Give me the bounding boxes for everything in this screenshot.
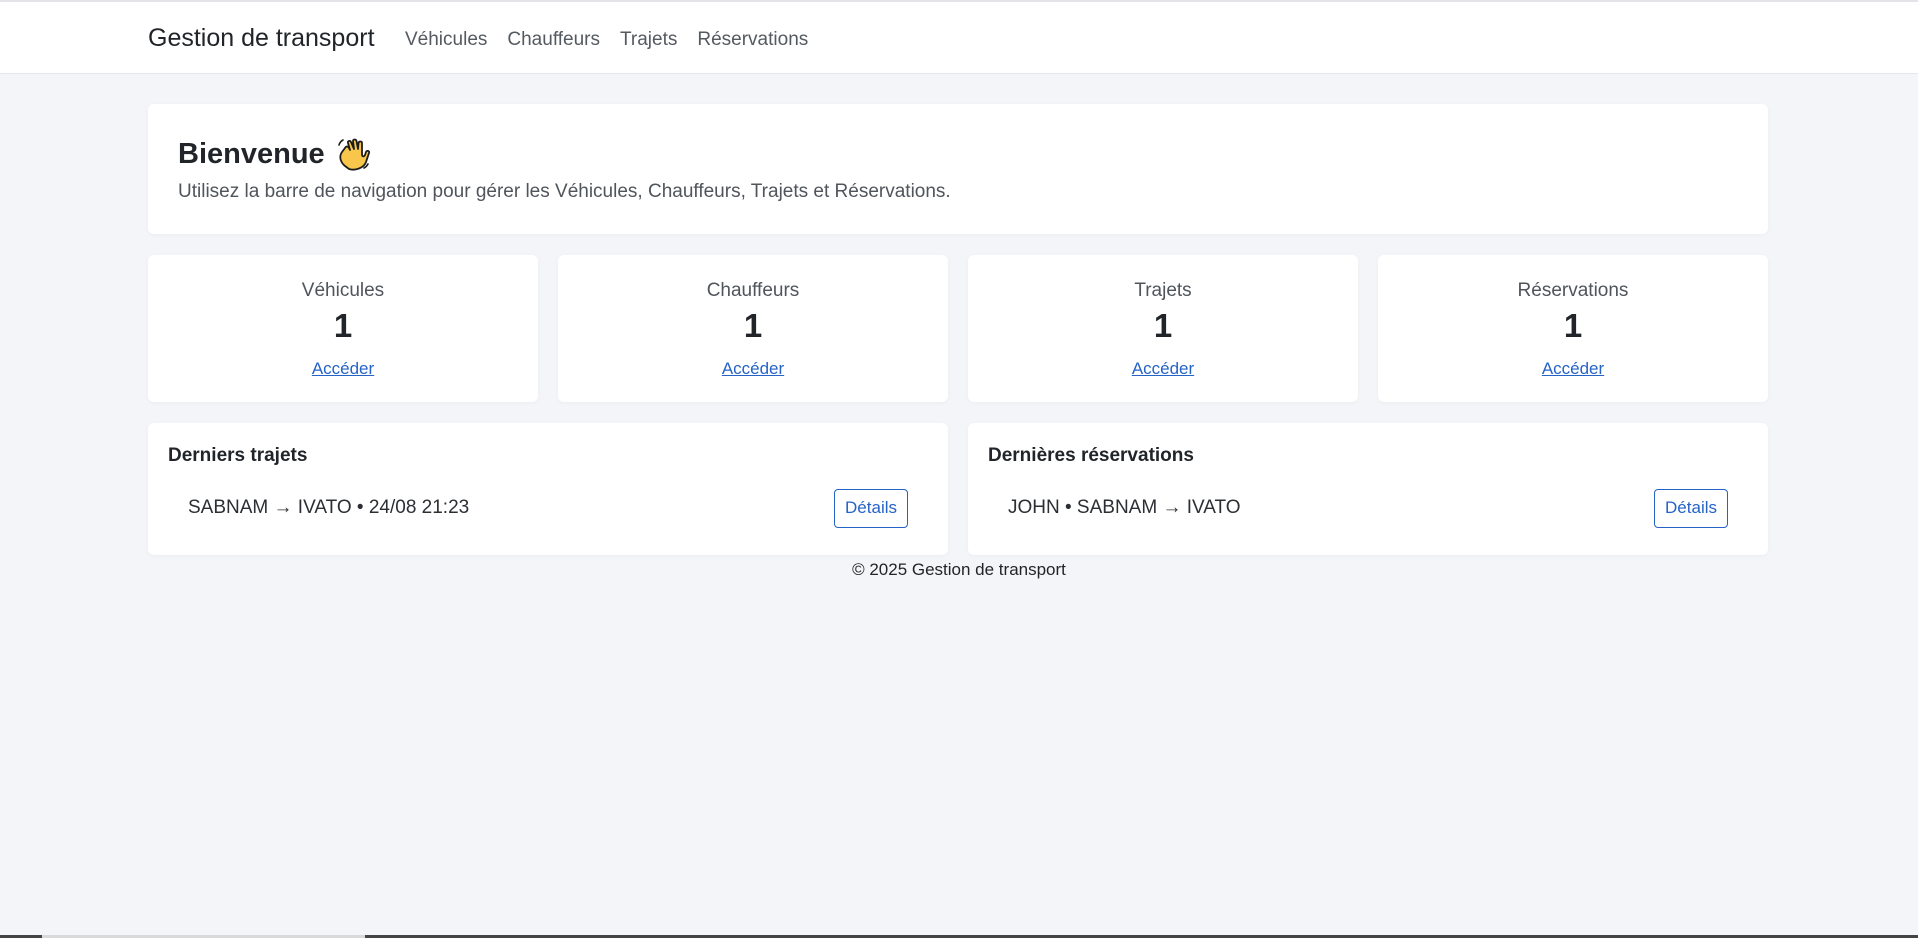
trip-details-button[interactable]: Détails (834, 488, 908, 528)
recent-reservations-card: Dernières réservations JOHN • SABNAM → I… (968, 423, 1768, 555)
list-item: JOHN • SABNAM → IVATO Détails (1008, 488, 1728, 528)
welcome-title: Bienvenue (178, 137, 325, 170)
nav-link-trajets[interactable]: Trajets (620, 29, 677, 51)
stat-card-reservations: Réservations 1 Accéder (1378, 255, 1768, 402)
list-item: SABNAM → IVATO • 24/08 21:23 Détails (188, 488, 908, 528)
welcome-card: Bienvenue Utilisez la barre de navigatio… (148, 104, 1768, 234)
stat-label: Chauffeurs (706, 280, 800, 301)
access-link-reservations[interactable]: Accéder (1378, 359, 1768, 379)
stat-card-vehicules: Véhicules 1 Accéder (148, 255, 538, 402)
nav-links: Véhicules Chauffeurs Trajets Réservation… (405, 29, 808, 51)
stat-value: 1 (333, 307, 353, 344)
stat-card-trajets: Trajets 1 Accéder (968, 255, 1358, 402)
stat-label: Réservations (1517, 280, 1629, 301)
reservation-summary: JOHN • SABNAM → IVATO (1008, 497, 1241, 518)
reservation-details-button[interactable]: Détails (1654, 488, 1728, 528)
welcome-heading: Bienvenue (178, 136, 371, 172)
recent-trips-title: Derniers trajets (168, 445, 308, 466)
stat-value: 1 (743, 307, 763, 344)
stat-card-chauffeurs: Chauffeurs 1 Accéder (558, 255, 948, 402)
nav-link-reservations[interactable]: Réservations (697, 29, 808, 51)
nav-link-vehicules[interactable]: Véhicules (405, 29, 487, 51)
welcome-subtitle: Utilisez la barre de navigation pour gér… (178, 181, 951, 202)
stat-label: Trajets (1134, 280, 1192, 301)
stat-value: 1 (1563, 307, 1583, 344)
recent-trips-card: Derniers trajets SABNAM → IVATO • 24/08 … (148, 423, 948, 555)
stat-value: 1 (1153, 307, 1173, 344)
waving-hand-icon (335, 136, 371, 172)
footer: © 2025 Gestion de transport (852, 560, 1066, 579)
nav-link-chauffeurs[interactable]: Chauffeurs (507, 29, 600, 51)
access-link-vehicules[interactable]: Accéder (148, 359, 538, 379)
access-link-chauffeurs[interactable]: Accéder (558, 359, 948, 379)
access-link-trajets[interactable]: Accéder (968, 359, 1358, 379)
stat-label: Véhicules (301, 280, 385, 301)
top-navbar: Gestion de transport Véhicules Chauffeur… (0, 0, 1918, 74)
trip-summary: SABNAM → IVATO • 24/08 21:23 (188, 497, 470, 518)
recent-reservations-title: Dernières réservations (988, 445, 1194, 466)
brand-link[interactable]: Gestion de transport (148, 24, 375, 53)
